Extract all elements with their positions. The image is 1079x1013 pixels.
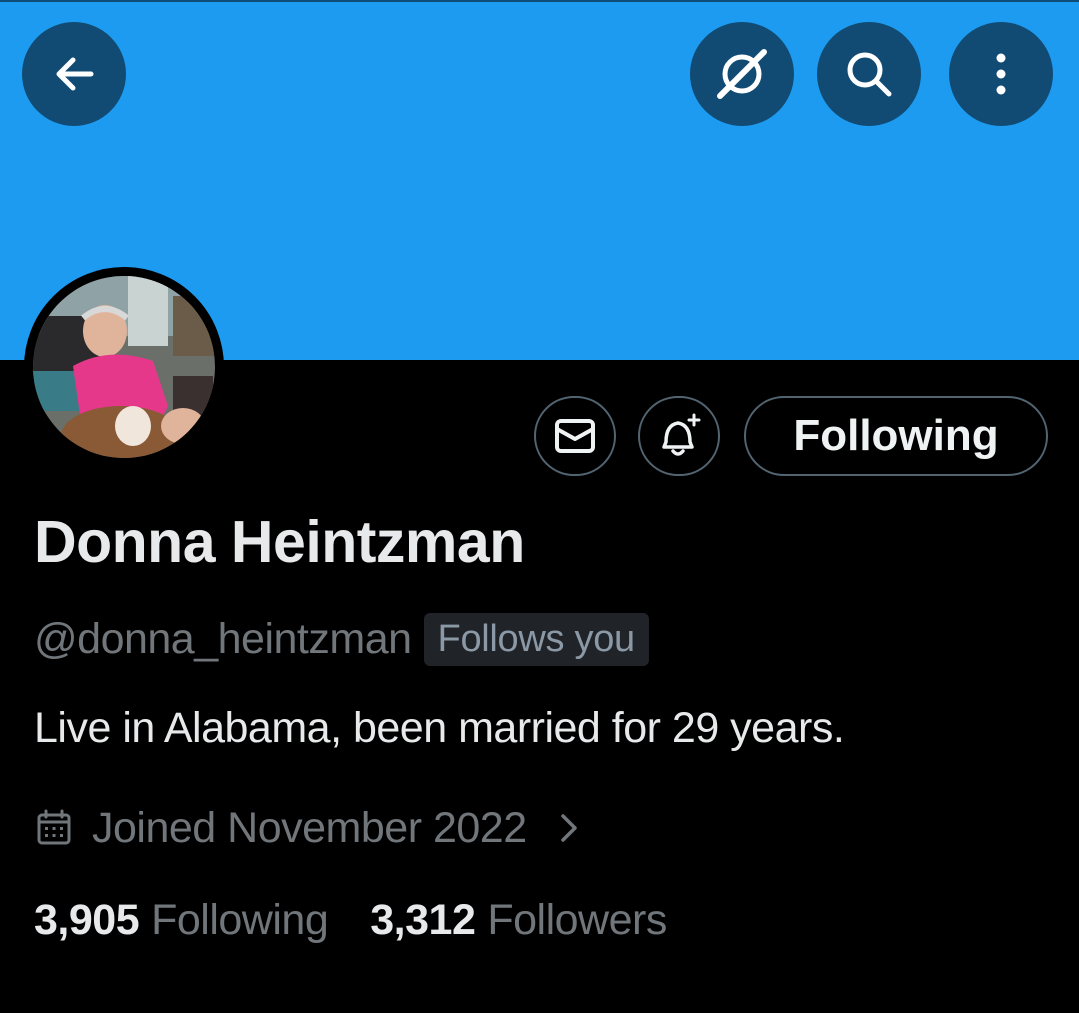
follows-you-badge: Follows you xyxy=(423,612,649,666)
following-count: 3,905 xyxy=(34,895,140,944)
joined-date-link[interactable]: Joined November 2022 xyxy=(34,798,581,858)
grok-icon xyxy=(717,49,767,99)
chevron-right-icon xyxy=(560,814,577,842)
joined-date: Joined November 2022 xyxy=(92,803,527,852)
message-button[interactable] xyxy=(534,396,616,476)
display-name: Donna Heintzman xyxy=(34,509,525,575)
followers-label: Followers xyxy=(487,895,667,944)
following-button[interactable]: Following xyxy=(744,396,1048,476)
search-button[interactable] xyxy=(817,22,921,126)
follow-stats: 3,905 Following 3,312 Followers xyxy=(34,890,667,950)
user-handle: @donna_heintzman xyxy=(34,614,412,663)
notifications-button[interactable] xyxy=(638,396,720,476)
avatar-photo xyxy=(33,276,215,458)
followers-count: 3,312 xyxy=(370,895,476,944)
back-arrow-icon xyxy=(56,57,94,91)
more-vertical-icon xyxy=(996,53,1006,95)
envelope-icon xyxy=(555,419,595,453)
following-count-link[interactable]: 3,905 Following xyxy=(34,895,329,945)
following-label: Following xyxy=(151,895,329,944)
grok-button[interactable] xyxy=(690,22,794,126)
calendar-icon xyxy=(37,809,71,845)
search-icon xyxy=(847,52,892,97)
followers-count-link[interactable]: 3,312 Followers xyxy=(370,896,667,945)
more-options-button[interactable] xyxy=(949,22,1053,126)
bell-plus-icon xyxy=(662,413,701,456)
handle-row: @donna_heintzman Follows you xyxy=(34,610,649,668)
back-button[interactable] xyxy=(22,22,126,126)
avatar[interactable] xyxy=(24,267,224,467)
bio: Live in Alabama, been married for 29 yea… xyxy=(34,704,845,752)
